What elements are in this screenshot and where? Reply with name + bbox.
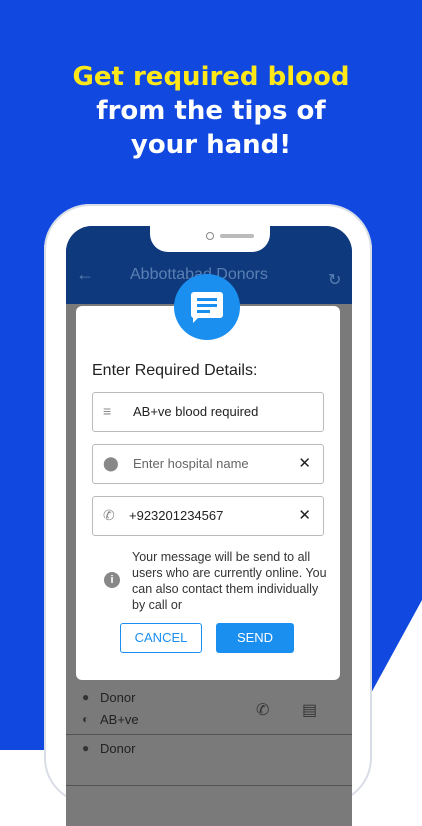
chat-line <box>197 310 210 313</box>
headline-line-3: your hand! <box>130 130 292 160</box>
headline-line-2: from the tips of <box>96 96 326 126</box>
hospital-field-placeholder: Enter hospital name <box>133 456 249 471</box>
promo-headline: Get required blood from the tips of your… <box>0 60 422 162</box>
message-badge <box>174 274 240 340</box>
phone-icon: ✆ <box>103 507 115 523</box>
phone-notch <box>150 226 270 252</box>
message-field-value: AB+ve blood required <box>133 404 259 419</box>
send-button[interactable]: SEND <box>216 623 294 653</box>
notes-icon: ≡ <box>103 403 112 419</box>
phone-call-icon[interactable]: ✆ <box>256 700 269 720</box>
list-item[interactable]: ● Donor <box>66 735 352 786</box>
cancel-button[interactable]: CANCEL <box>120 623 202 653</box>
required-details-dialog: Enter Required Details: ≡ AB+ve blood re… <box>76 306 340 680</box>
list-item[interactable]: ● Donor ◐ AB+ve ✆ ▤ <box>66 684 352 735</box>
person-icon: ● <box>82 741 90 755</box>
donor-blood-group: AB+ve <box>100 712 139 727</box>
info-text: Your message will be send to all users w… <box>132 550 327 612</box>
chat-bubble-icon <box>191 292 223 323</box>
info-icon: i <box>104 572 120 588</box>
phone-field-value: +923201234567 <box>129 508 224 523</box>
headline-line-1: Get required blood <box>72 62 350 92</box>
location-pin-icon: ⬤ <box>103 455 119 471</box>
blood-drop-icon: ◐ <box>82 712 90 726</box>
back-arrow-icon[interactable]: ← <box>76 264 94 285</box>
camera-icon <box>206 232 214 240</box>
person-icon: ● <box>82 690 90 704</box>
donor-name: Donor <box>100 741 136 756</box>
clear-icon[interactable]: ✕ <box>298 454 311 472</box>
clear-icon[interactable]: ✕ <box>298 506 311 524</box>
chat-line <box>197 298 217 301</box>
donor-list: ● Donor ◐ AB+ve ✆ ▤ ● Donor <box>66 684 352 786</box>
message-icon[interactable]: ▤ <box>302 700 317 720</box>
message-field[interactable]: ≡ AB+ve blood required <box>92 392 324 432</box>
chat-line <box>197 304 217 307</box>
refresh-icon[interactable]: ↻ <box>328 270 341 290</box>
phone-field[interactable]: ✆ +923201234567 ✕ <box>92 496 324 536</box>
dialog-title: Enter Required Details: <box>92 362 258 379</box>
donor-name: Donor <box>100 690 136 705</box>
hospital-field[interactable]: ⬤ Enter hospital name ✕ <box>92 444 324 484</box>
speaker-grille <box>220 234 254 238</box>
